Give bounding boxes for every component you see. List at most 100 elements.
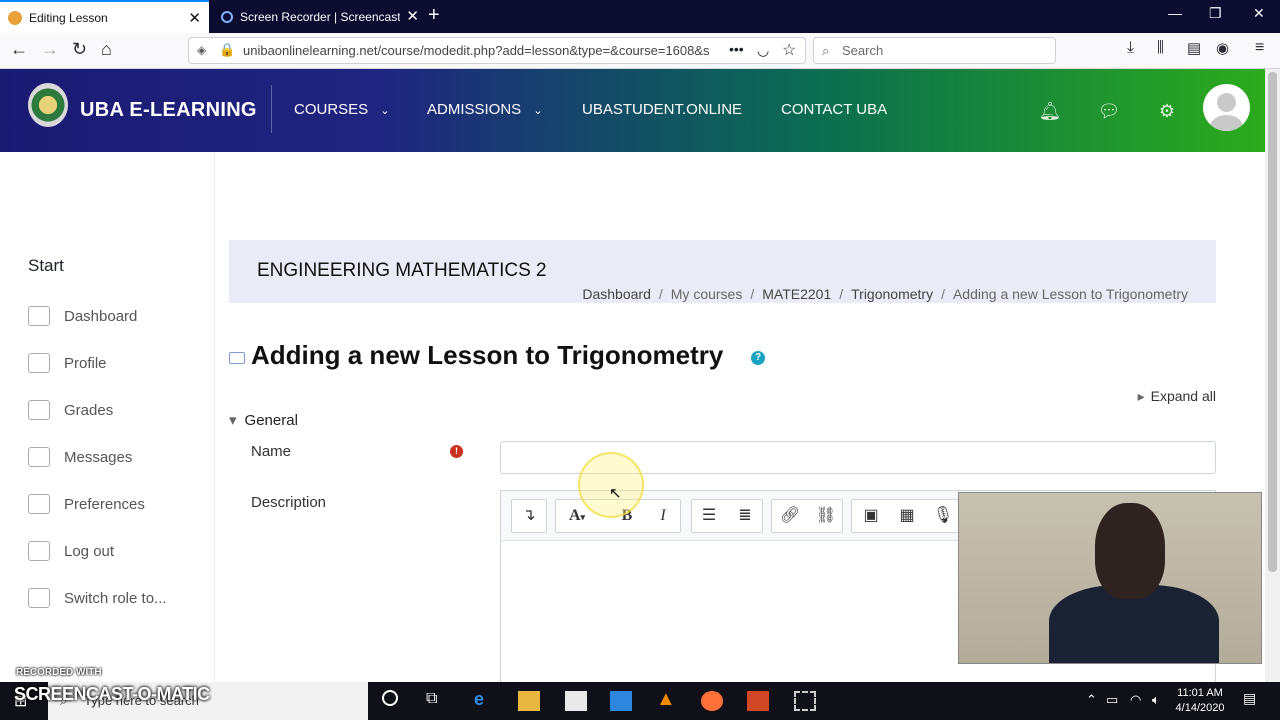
unlink-icon[interactable]: ⛓︎: [812, 503, 840, 529]
close-tab-icon[interactable]: ✕: [406, 7, 419, 25]
forward-icon[interactable]: →: [41, 39, 59, 60]
sidebar-icon[interactable]: ▤: [1187, 39, 1201, 57]
description-label: Description: [251, 494, 327, 511]
firefox-icon[interactable]: [701, 691, 723, 711]
link-icon[interactable]: 🔗︎: [776, 503, 804, 529]
sidebar-item-messages[interactable]: Messages: [28, 445, 132, 469]
battery-icon[interactable]: ▭: [1106, 692, 1118, 708]
shield-icon[interactable]: ◈: [197, 43, 206, 57]
section-general-toggle[interactable]: General: [229, 411, 298, 429]
edge-icon[interactable]: e: [474, 689, 484, 710]
menu-icon[interactable]: ≡: [1255, 39, 1264, 57]
library-icon[interactable]: ⫼: [1157, 39, 1164, 56]
sidebar-item-profile[interactable]: Profile: [28, 351, 107, 375]
breadcrumb-separator: /: [658, 286, 663, 302]
restore-icon[interactable]: ❐: [1209, 5, 1222, 22]
minimize-icon[interactable]: —: [1168, 5, 1182, 21]
uba-logo[interactable]: [28, 83, 68, 127]
tab-editing-lesson[interactable]: Editing Lesson ✕: [0, 0, 209, 33]
avatar[interactable]: [1203, 84, 1250, 131]
volume-icon[interactable]: 🔈︎: [1152, 692, 1160, 708]
sidebar-item-dashboard[interactable]: Dashboard: [28, 304, 137, 328]
mail-icon[interactable]: [610, 691, 632, 711]
media-icon[interactable]: ▦: [893, 503, 921, 529]
close-window-icon[interactable]: ✕: [1253, 5, 1265, 22]
new-tab-icon[interactable]: +: [428, 4, 440, 27]
sidebar-item-switch-role[interactable]: Switch role to...: [28, 586, 167, 610]
task-view-icon[interactable]: ⧉: [426, 690, 437, 708]
help-icon[interactable]: ?: [751, 351, 765, 365]
site-header: UBA E-LEARNING COURSES ⌄ ADMISSIONS ⌄ UB…: [0, 69, 1265, 152]
name-label: Name: [251, 443, 292, 460]
breadcrumb-separator: /: [750, 286, 755, 302]
browser-search-input[interactable]: ⌕ Search: [813, 37, 1056, 64]
expand-all-link[interactable]: Expand all: [1138, 388, 1216, 405]
sidebar-item-label: Dashboard: [64, 307, 138, 325]
logout-icon: [28, 541, 50, 561]
ellipsis-icon[interactable]: •••: [729, 41, 744, 57]
site-brand[interactable]: UBA E-LEARNING: [80, 99, 257, 122]
taskbar-clock[interactable]: 11:01 AM 4/14/2020: [1172, 686, 1228, 716]
url-bar[interactable]: ◈ 🔒 unibaonlinelearning.net/course/moded…: [188, 37, 806, 64]
record-audio-icon[interactable]: 🎙︎: [929, 503, 957, 529]
preferences-icon: [28, 494, 50, 514]
close-tab-icon[interactable]: ✕: [188, 9, 201, 27]
collapse-icon[interactable]: ↴: [515, 503, 543, 529]
breadcrumb-my-courses[interactable]: My courses: [671, 286, 743, 302]
sidebar-item-label: Messages: [64, 448, 133, 466]
image-icon[interactable]: ▣: [857, 503, 885, 529]
network-icon[interactable]: ◠: [1130, 692, 1141, 708]
sidebar-item-label: Log out: [64, 542, 115, 560]
reload-icon[interactable]: ↻: [72, 39, 87, 60]
breadcrumb: Dashboard / My courses / MATE2201 / Trig…: [582, 286, 1188, 302]
browser-navbar: ← → ↻ ⌂ ◈ 🔒 unibaonlinelearning.net/cour…: [0, 33, 1280, 69]
italic-icon[interactable]: I: [649, 503, 677, 529]
watermark-recorded-with: RECORDED WITH: [16, 667, 102, 678]
numbered-list-icon[interactable]: ≣: [731, 503, 759, 529]
browser-tab-strip: Editing Lesson ✕ Screen Recorder | Scree…: [0, 0, 1280, 33]
snipping-tool-icon[interactable]: [794, 691, 816, 711]
breadcrumb-course[interactable]: MATE2201: [762, 286, 831, 302]
powerpoint-icon[interactable]: [747, 691, 769, 711]
sidebar-item-grades[interactable]: Grades: [28, 398, 113, 422]
home-icon[interactable]: ⌂: [101, 39, 112, 60]
insecure-lock-icon[interactable]: 🔒: [219, 42, 235, 58]
menu-admissions[interactable]: ADMISSIONS ⌄: [427, 101, 543, 118]
account-icon[interactable]: ◉: [1216, 39, 1229, 57]
tray-expand-icon[interactable]: ⌃: [1086, 692, 1097, 708]
notifications-icon[interactable]: 🔔︎: [1035, 96, 1065, 126]
menu-contact[interactable]: CONTACT UBA: [781, 101, 887, 118]
messages-icon[interactable]: 💬︎: [1094, 96, 1124, 126]
menu-label: COURSES: [294, 101, 369, 118]
breadcrumb-current: Adding a new Lesson to Trigonometry: [952, 286, 1188, 302]
store-icon[interactable]: [565, 691, 587, 711]
moodle-favicon-icon: [8, 10, 22, 25]
breadcrumb-section[interactable]: Trigonometry: [851, 286, 933, 302]
sidebar-item-preferences[interactable]: Preferences: [28, 492, 145, 516]
download-icon[interactable]: ⤓: [1127, 39, 1134, 57]
notification-center-icon[interactable]: ▤: [1243, 690, 1256, 707]
breadcrumb-dashboard[interactable]: Dashboard: [582, 286, 651, 302]
vlc-icon[interactable]: ▲: [656, 688, 676, 711]
scrollbar-thumb[interactable]: [1268, 72, 1277, 572]
menu-courses[interactable]: COURSES ⌄: [294, 101, 390, 118]
chevron-down-icon: ⌄: [533, 105, 543, 117]
recorder-favicon-icon: [221, 10, 233, 23]
menu-ubastudent[interactable]: UBASTUDENT.ONLINE: [582, 101, 742, 118]
watermark-screencast-o-matic: SCREENCAST-O-MATIC: [14, 684, 210, 704]
page-title: Adding a new Lesson to Trigonometry: [251, 340, 724, 370]
star-icon[interactable]: ☆: [782, 40, 796, 60]
sidebar-item-label: Grades: [64, 401, 114, 419]
clock-time: 11:01 AM: [1177, 687, 1223, 699]
bullet-list-icon[interactable]: ☰: [695, 503, 723, 529]
sidebar-item-logout[interactable]: Log out: [28, 539, 114, 563]
pocket-icon[interactable]: ◡: [757, 42, 769, 59]
settings-icon[interactable]: ⚙: [1152, 96, 1182, 126]
sidebar-item-label: Preferences: [64, 495, 145, 513]
tab-screen-recorder[interactable]: Screen Recorder | Screencast-O ✕: [209, 0, 427, 33]
back-icon[interactable]: ←: [10, 39, 28, 60]
mouse-pointer-icon: ↖: [609, 485, 622, 502]
file-explorer-icon[interactable]: [518, 691, 540, 711]
grades-icon: [28, 400, 50, 420]
cortana-icon[interactable]: [382, 690, 398, 706]
